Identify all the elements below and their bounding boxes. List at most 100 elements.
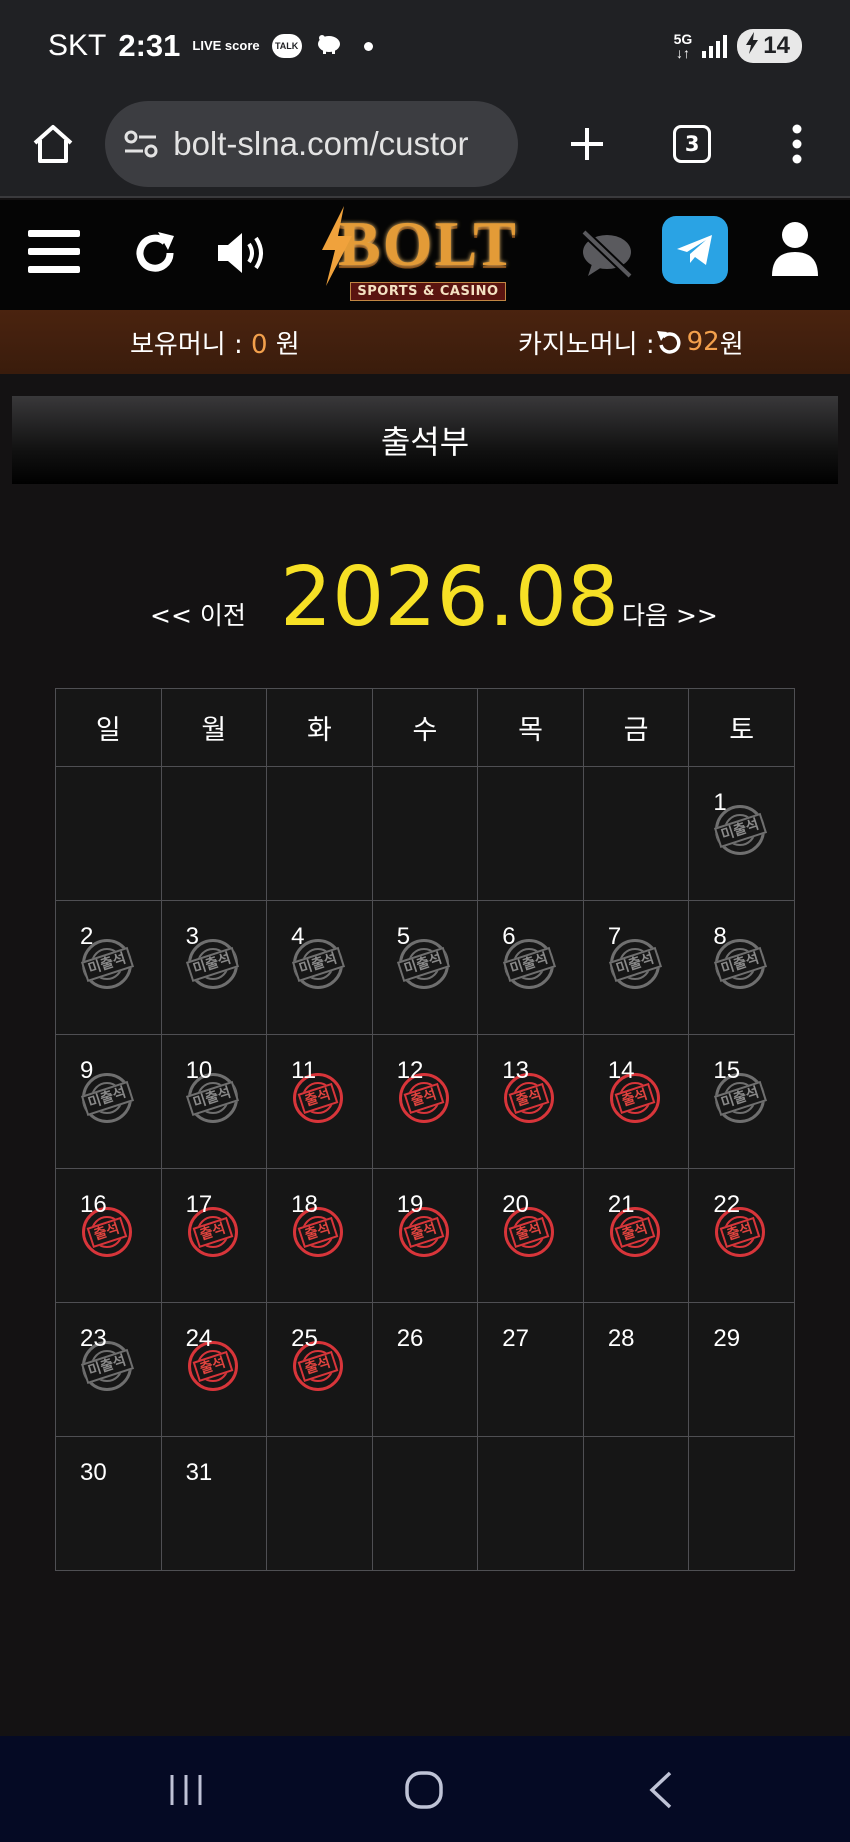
stamp-label: 출석	[86, 1216, 128, 1248]
holding-money: 보유머니 : 0 원	[130, 329, 300, 360]
day-number: 2	[80, 923, 94, 950]
back-chevron-icon	[649, 1771, 672, 1809]
calendar-day-cell: 미출석 7	[582, 900, 690, 1035]
day-number: 8	[713, 923, 727, 950]
new-tab-button[interactable]	[534, 91, 639, 197]
stamp-label: 미출석	[80, 946, 134, 982]
weekday-header: 수	[371, 688, 479, 767]
prev-month-link[interactable]: << 이전	[150, 596, 246, 632]
site-settings-icon	[124, 130, 158, 158]
address-bar[interactable]: bolt-slna.com/custor	[105, 101, 519, 187]
browser-menu-button[interactable]	[745, 91, 850, 197]
telegram-icon	[677, 235, 712, 265]
calendar-day-cell: 26	[371, 1302, 479, 1437]
next-month-link[interactable]: 다음 >>	[622, 596, 718, 632]
chat-off-button[interactable]	[578, 228, 636, 284]
calendar-empty-cell	[477, 766, 584, 901]
calendar-day-cell: 출석 21	[582, 1168, 690, 1303]
stamp-label: 미출석	[80, 1080, 134, 1116]
day-number: 9	[80, 1057, 94, 1084]
day-number: 14	[607, 1057, 635, 1084]
day-number: 10	[185, 1057, 213, 1084]
carrier: SKT	[48, 29, 107, 62]
refresh-button[interactable]	[132, 230, 178, 280]
calendar-day-cell: 미출석 1	[688, 766, 795, 901]
sound-button[interactable]	[216, 230, 270, 280]
chat-off-icon	[581, 229, 633, 279]
calendar-empty-cell	[371, 766, 479, 901]
browser-toolbar: bolt-slna.com/custor 3	[0, 92, 850, 198]
calendar-empty-cell	[582, 766, 690, 901]
back-button[interactable]	[646, 1770, 676, 1814]
calendar-day-cell: 출석 12	[371, 1034, 479, 1169]
calendar-day-cell: 미출석 6	[477, 900, 584, 1035]
stamp-label: 출석	[297, 1216, 339, 1248]
calendar-empty-cell	[688, 1436, 795, 1571]
day-number: 13	[502, 1057, 529, 1084]
hamburger-icon	[28, 230, 80, 273]
calendar-empty-cell	[266, 1436, 373, 1571]
calendar-week-row: 미출석 23 출석 24 출석 25 26 27 28 29	[55, 1302, 795, 1437]
stamp-label: 미출석	[397, 946, 451, 982]
stamp-label: 출석	[403, 1216, 444, 1248]
telegram-button[interactable]	[662, 216, 728, 284]
day-number: 12	[396, 1057, 424, 1084]
stamp-label: 미출석	[608, 946, 662, 982]
day-number: 26	[396, 1325, 424, 1352]
calendar-day-cell: 미출석 9	[55, 1034, 162, 1169]
stamp-label: 출석	[720, 1216, 761, 1248]
calendar-day-cell: 출석 22	[688, 1168, 795, 1303]
calendar-empty-cell	[55, 766, 162, 901]
calendar-empty-cell	[266, 766, 373, 901]
menu-button[interactable]	[28, 228, 80, 280]
day-number: 16	[80, 1191, 107, 1218]
day-number: 29	[713, 1325, 741, 1352]
stamp-label: 출석	[508, 1082, 550, 1114]
casino-money: 카지노머니 : 92 원	[518, 327, 744, 360]
day-number: 31	[185, 1459, 213, 1486]
home-nav-button[interactable]	[404, 1770, 444, 1814]
holding-money-value: 0	[250, 329, 268, 360]
tab-switcher-button[interactable]: 3	[640, 91, 745, 197]
calendar-week-row: 미출석 2 미출석 3 미출석 4 미출석 5 미출석 6 미출석 7 미출석 8	[55, 900, 795, 1035]
calendar-day-cell: 출석 19	[371, 1168, 479, 1303]
more-vertical-icon	[792, 124, 802, 164]
calendar-week-row: 출석 16 출석 17 출석 18 출석 19 출석 20 출석 21 출석 22	[55, 1168, 795, 1303]
weekday-header: 일	[55, 688, 162, 767]
attendance-calendar: 일월화수목금토 미출석 1 미출석 2 미출석 3 미출석 4 미출석 5 미출석 6 미출석 7 미출석 8…	[55, 688, 795, 1571]
calendar-day-cell: 29	[688, 1302, 795, 1437]
calendar-day-cell: 미출석 15	[688, 1034, 795, 1169]
stamp-label: 미출석	[80, 1348, 134, 1384]
stamp-label: 출석	[297, 1082, 339, 1114]
stamp-label: 출석	[614, 1216, 656, 1248]
calendar-day-cell: 미출석 5	[371, 900, 479, 1035]
calendar-day-cell: 출석 18	[266, 1168, 373, 1303]
notification-dot	[363, 41, 373, 51]
account-button[interactable]	[770, 220, 820, 282]
calendar-week-row: 미출석 1	[55, 766, 795, 901]
day-number: 15	[713, 1057, 741, 1084]
calendar-day-cell: 출석 14	[582, 1034, 690, 1169]
recent-apps-button[interactable]	[168, 1772, 204, 1812]
casino-money-refresh-button[interactable]	[656, 329, 681, 355]
site-logo[interactable]: BOLT SPORTS & CASINO	[322, 200, 534, 310]
calendar-empty-cell	[582, 1436, 690, 1571]
calendar-day-cell: 미출석 10	[160, 1034, 268, 1169]
month-navigation: << 이전 2026.08 다음 >>	[0, 550, 850, 660]
stamp-label: 미출석	[714, 1080, 767, 1116]
calendar-week-row: 미출석 9 미출석 10 출석 11 출석 12 출석 13 출석 14 미출석 15	[55, 1034, 795, 1169]
page-title: 출석부	[12, 396, 838, 484]
home-button[interactable]	[0, 91, 105, 197]
day-number: 25	[291, 1325, 318, 1352]
stamp-label: 미출석	[714, 812, 767, 848]
livescore-app-icon: LIVE score	[192, 38, 260, 53]
day-number: 30	[80, 1459, 107, 1486]
piggy-bank-icon	[314, 29, 344, 63]
calendar-day-cell: 미출석 8	[688, 900, 795, 1035]
calendar-week-row: 30 31	[55, 1436, 795, 1571]
stamp-label: 미출석	[291, 946, 345, 982]
calendar-day-cell: 미출석 4	[266, 900, 373, 1035]
refresh-icon	[136, 232, 174, 272]
casino-money-value: 92	[686, 327, 720, 357]
calendar-day-cell: 출석 25	[266, 1302, 373, 1437]
